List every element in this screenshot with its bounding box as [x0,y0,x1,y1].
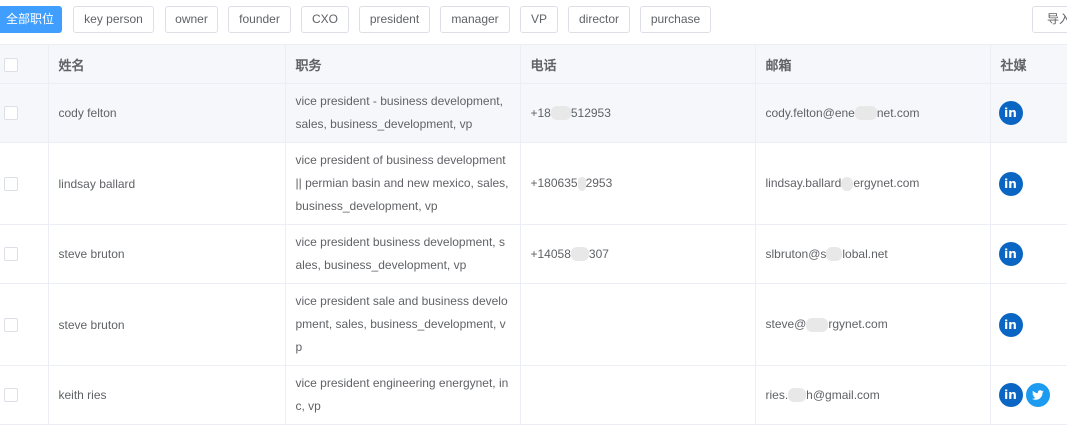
row-select-cell [0,142,49,225]
column-header-name: 姓名 [48,44,286,84]
contacts-table: 姓名 职务 电话 邮箱 社媒 cody felton vice presiden… [0,44,1067,425]
linkedin-icon[interactable]: in [998,101,1023,125]
filter-chip-purchase[interactable]: purchase [640,6,711,33]
contact-name: steve bruton [48,283,286,366]
contact-social: in [990,283,1067,366]
phone-visible-end: 307 [588,246,609,261]
contact-title: vice president of business development |… [285,142,521,225]
email-visible-start: cody.felton@ene [765,105,855,120]
twitter-icon[interactable] [1025,383,1050,407]
email-visible-end: rgynet.com [828,317,888,332]
email-visible-start: slbruton@s [765,246,827,261]
linkedin-icon[interactable]: in [998,312,1023,337]
contact-email: ries. h@gmail.com [755,365,991,425]
row-checkbox[interactable] [4,247,18,262]
contact-name: keith ries [48,365,286,425]
position-filter-bar: 全部职位 key person owner founder CXO presid… [0,0,1067,44]
redacted-mask [826,247,843,262]
filter-chip-vp[interactable]: VP [520,6,558,33]
filter-chip-owner[interactable]: owner [165,6,218,33]
redacted-mask [550,106,571,121]
email-visible-start: steve@ [765,317,807,332]
select-all-cell [0,44,49,84]
table-row[interactable]: steve bruton vice president business dev… [0,224,1067,284]
contact-phone: +18 512953 [520,83,756,143]
table-row[interactable]: cody felton vice president - business de… [0,83,1067,143]
filter-chip-all[interactable]: 全部职位 [0,6,62,33]
phone-visible-end: 512953 [570,105,611,120]
table-row[interactable]: lindsay ballard vice president of busine… [0,142,1067,225]
redacted-mask [806,317,829,332]
contact-name: lindsay ballard [48,142,286,225]
redacted-mask [788,388,807,403]
contact-social: in [990,224,1067,284]
email-visible-start: ries. [765,387,789,402]
phone-visible-start: +180635 [530,176,578,191]
twitter-bird-glyph [1031,390,1044,400]
column-header-social: 社媒 [990,44,1067,84]
phone-visible-start: +14058 [530,246,571,261]
email-visible-end: ergynet.com [853,176,920,191]
filter-chip-cxo[interactable]: CXO [301,6,349,33]
contact-email: slbruton@s lobal.net [755,224,991,284]
contact-title: vice president sale and business develop… [285,283,521,366]
contact-title: vice president - business development, s… [285,83,521,143]
column-header-title: 职务 [285,44,521,84]
filter-chip-founder[interactable]: founder [228,6,291,33]
contacts-page: 全部职位 key person owner founder CXO presid… [0,0,1067,431]
contact-social: in [990,365,1067,425]
linkedin-icon[interactable]: in [998,171,1023,196]
row-select-cell [0,365,49,425]
redacted-mask [841,176,854,191]
redacted-mask [577,176,586,191]
email-visible-end: net.com [876,105,920,120]
linkedin-icon[interactable]: in [998,383,1023,407]
contact-phone [520,283,756,366]
contact-title: vice president business development, sal… [285,224,521,284]
row-checkbox[interactable] [4,317,18,332]
email-visible-end: h@gmail.com [806,387,880,402]
email-visible-end: lobal.net [842,246,888,261]
column-header-email: 邮箱 [755,44,991,84]
contact-name: steve bruton [48,224,286,284]
contact-social: in [990,83,1067,143]
phone-visible-start: +18 [530,105,551,120]
table-header-row: 姓名 职务 电话 邮箱 社媒 [0,44,1067,84]
table-row[interactable]: steve bruton vice president sale and bus… [0,283,1067,366]
row-checkbox[interactable] [4,106,18,121]
row-select-cell [0,224,49,284]
email-visible-start: lindsay.ballard [765,176,842,191]
filter-chip-manager[interactable]: manager [440,6,510,33]
filter-chip-key-person[interactable]: key person [73,6,154,33]
contact-email: cody.felton@ene net.com [755,83,991,143]
column-header-phone: 电话 [520,44,756,84]
filter-chip-director[interactable]: director [568,6,630,33]
row-checkbox[interactable] [4,388,18,403]
redacted-mask [570,247,589,262]
redacted-mask [854,106,877,121]
contact-social: in [990,142,1067,225]
row-select-cell [0,283,49,366]
contact-title: vice president engineering energynet, in… [285,365,521,425]
table-row[interactable]: keith ries vice president engineering en… [0,365,1067,425]
contact-phone: +180635 2953 [520,142,756,225]
contact-name: cody felton [48,83,286,143]
select-all-checkbox[interactable] [4,57,18,72]
contact-email: steve@ rgynet.com [755,283,991,366]
contact-phone: +14058 307 [520,224,756,284]
row-select-cell [0,83,49,143]
import-button[interactable]: 导入 [1032,6,1067,33]
contact-phone [520,365,756,425]
filter-chip-president[interactable]: president [359,6,430,33]
phone-visible-end: 2953 [585,176,613,191]
row-checkbox[interactable] [4,176,18,191]
linkedin-icon[interactable]: in [998,242,1023,266]
contact-email: lindsay.ballard ergynet.com [755,142,991,225]
